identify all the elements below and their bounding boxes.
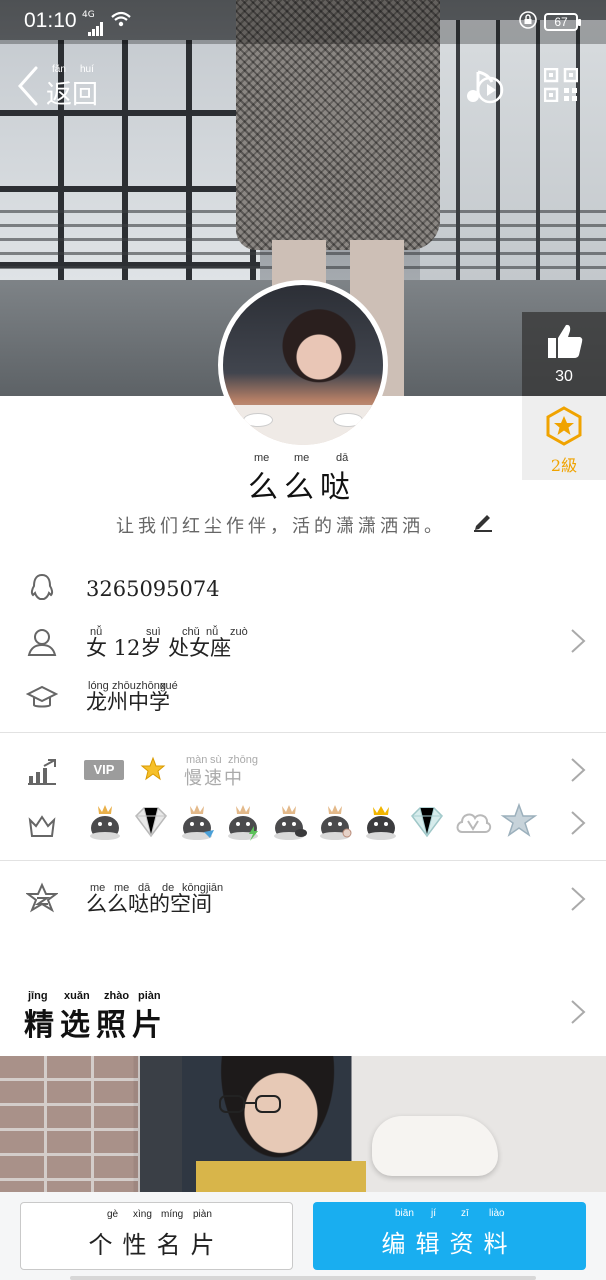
status-bar: 01:10 4G 67 bbox=[0, 0, 606, 44]
gender-age-zodiac: 女 12岁 处女座 bbox=[86, 636, 232, 660]
qq-penguin-icon bbox=[30, 573, 54, 600]
card-pinyin-3: míng bbox=[161, 1209, 184, 1220]
rank-hexagon-star-icon bbox=[546, 406, 582, 446]
person-icon bbox=[27, 629, 57, 656]
chevron-right-icon bbox=[571, 758, 586, 782]
back-button[interactable]: fǎn huí 返回 bbox=[16, 64, 106, 112]
blue-diamond-icon bbox=[411, 807, 443, 838]
level-badge[interactable]: 2級 bbox=[522, 396, 606, 480]
chevron-right-icon bbox=[571, 1000, 586, 1024]
battery-indicator: 67 bbox=[544, 13, 581, 31]
chevron-right-icon bbox=[571, 811, 586, 835]
qq-number: 3265095074 bbox=[86, 577, 220, 601]
rotation-lock-icon bbox=[518, 10, 538, 35]
card-pinyin-1: gè bbox=[107, 1209, 119, 1220]
like-button[interactable]: 30 bbox=[522, 312, 606, 396]
penguin-flower-icon bbox=[320, 805, 352, 840]
chevron-right-icon bbox=[571, 629, 586, 653]
featured-photos-title: 精选照片 bbox=[24, 1008, 168, 1043]
level-chart-icon bbox=[28, 759, 56, 785]
avatar-cup bbox=[243, 413, 273, 427]
penguin-gold-crown-icon bbox=[366, 806, 396, 840]
vip-badge: VIP bbox=[84, 760, 124, 780]
back-label: 返回 bbox=[46, 80, 99, 110]
edit-pinyin-3: zī bbox=[461, 1208, 469, 1219]
speed-status: 慢速中 bbox=[184, 768, 244, 789]
edit-pinyin-2: jí bbox=[431, 1208, 436, 1219]
card-pinyin-4: piàn bbox=[193, 1209, 212, 1220]
profile-signature[interactable]: 让我们红尘作伴，活的潇潇洒洒。 bbox=[116, 512, 446, 538]
penguin-fish-icon bbox=[274, 805, 307, 840]
qzone-label: 么么哒的空间 bbox=[86, 892, 212, 916]
personal-card-label: 个性名片 bbox=[88, 1231, 225, 1259]
scroll-indicator bbox=[70, 1276, 536, 1280]
music-icon[interactable] bbox=[462, 66, 504, 108]
photo-pillow bbox=[372, 1116, 498, 1176]
photo-brick-wall bbox=[0, 1056, 140, 1206]
medal-wall bbox=[86, 802, 556, 846]
network-type: 4G bbox=[82, 10, 95, 20]
avatar-cup bbox=[333, 413, 363, 427]
status-time: 01:10 bbox=[24, 9, 77, 32]
edit-pinyin-4: liào bbox=[489, 1208, 505, 1219]
school-name: 龙州中学 bbox=[86, 690, 170, 714]
level-text: 2級 bbox=[550, 456, 578, 475]
pencil-icon[interactable] bbox=[472, 510, 494, 532]
qr-code-icon[interactable] bbox=[544, 68, 578, 102]
blue-star-icon bbox=[500, 802, 538, 837]
qzone-star-icon bbox=[26, 882, 58, 913]
divider bbox=[0, 732, 606, 733]
photo-glasses bbox=[219, 1095, 281, 1113]
penguin-crown-icon bbox=[90, 805, 120, 840]
zodiac-pinyin-3: zuò bbox=[230, 626, 248, 638]
signal-icon bbox=[88, 22, 104, 36]
diamond-icon bbox=[135, 807, 167, 838]
featured-photo[interactable] bbox=[0, 1056, 606, 1206]
like-count: 30 bbox=[555, 368, 573, 385]
penguin-lightning-icon bbox=[228, 805, 258, 841]
thumbs-up-icon bbox=[548, 324, 583, 358]
cloud-v-icon bbox=[456, 813, 492, 833]
level-star-icon bbox=[140, 756, 166, 781]
graduation-cap-icon bbox=[26, 685, 58, 708]
profile-name: 么么哒 bbox=[248, 470, 356, 505]
avatar-table bbox=[223, 405, 383, 445]
penguin-bird-icon bbox=[182, 805, 214, 840]
card-pinyin-2: xìng bbox=[133, 1209, 152, 1220]
personal-card-button[interactable]: gè xìng míng piàn 个性名片 bbox=[20, 1202, 293, 1270]
photo-person bbox=[196, 1056, 366, 1206]
edit-profile-button[interactable]: biān jí zī liào 编辑资料 bbox=[313, 1202, 586, 1270]
edit-pinyin-1: biān bbox=[395, 1208, 414, 1219]
chevron-right-icon bbox=[571, 887, 586, 911]
wifi-icon bbox=[110, 8, 132, 35]
divider bbox=[0, 860, 606, 861]
edit-profile-label: 编辑资料 bbox=[381, 1230, 518, 1258]
avatar[interactable] bbox=[218, 280, 388, 450]
chevron-left-icon bbox=[17, 66, 38, 106]
crown-icon bbox=[28, 815, 56, 837]
